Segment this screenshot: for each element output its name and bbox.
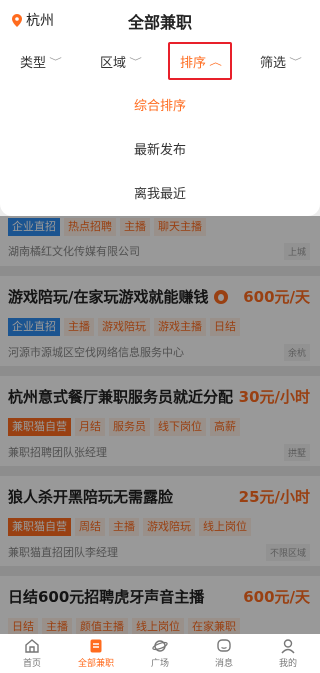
planet-icon [152, 640, 168, 652]
filter-bar: 类型 ﹀ 区域 ﹀ 排序 ﹀ 筛选 ﹀ [0, 40, 320, 82]
chevron-down-icon: ﹀ [49, 57, 62, 68]
sort-dropdown: 综合排序 最新发布 离我最近 [0, 82, 320, 216]
dim-overlay[interactable] [0, 216, 320, 634]
sort-option-nearest[interactable]: 离我最近 [0, 170, 320, 214]
page-title: 全部兼职 [127, 13, 192, 32]
bottom-nav: 首页 全部兼职 广场 消息 我的 [0, 634, 320, 673]
chevron-down-icon: ﹀ [289, 57, 302, 68]
chevron-up-icon: ﹀ [209, 54, 222, 65]
nav-profile[interactable]: 我的 [256, 634, 320, 673]
home-icon [25, 639, 39, 653]
sort-option-comprehensive[interactable]: 综合排序 [0, 82, 320, 126]
document-icon [90, 639, 102, 653]
filter-screen-label: 筛选 [259, 55, 286, 71]
nav-all-jobs-label: 全部兼职 [77, 659, 114, 669]
profile-icon [281, 639, 295, 654]
message-icon [217, 639, 231, 652]
filter-area[interactable]: 区域 ﹀ [80, 40, 160, 82]
nav-profile-label: 我的 [278, 659, 297, 669]
highlight-box [168, 42, 232, 80]
filter-screen[interactable]: 筛选 ﹀ [240, 40, 320, 82]
sort-option-newest[interactable]: 最新发布 [0, 126, 320, 170]
chevron-down-icon: ﹀ [129, 57, 142, 68]
nav-square[interactable]: 广场 [128, 634, 192, 673]
filter-sort[interactable]: 排序 ﹀ [160, 40, 240, 82]
nav-home[interactable]: 首页 [0, 634, 64, 673]
nav-home-label: 首页 [22, 659, 41, 669]
filter-type-label: 类型 [19, 55, 46, 71]
nav-square-label: 广场 [150, 659, 169, 669]
nav-all-jobs[interactable]: 全部兼职 [64, 634, 128, 673]
nav-messages[interactable]: 消息 [192, 634, 256, 673]
top-bar: 杭州 全部兼职 [0, 0, 320, 40]
filter-type[interactable]: 类型 ﹀ [0, 40, 80, 82]
filter-area-label: 区域 [99, 55, 126, 71]
nav-messages-label: 消息 [214, 659, 233, 669]
